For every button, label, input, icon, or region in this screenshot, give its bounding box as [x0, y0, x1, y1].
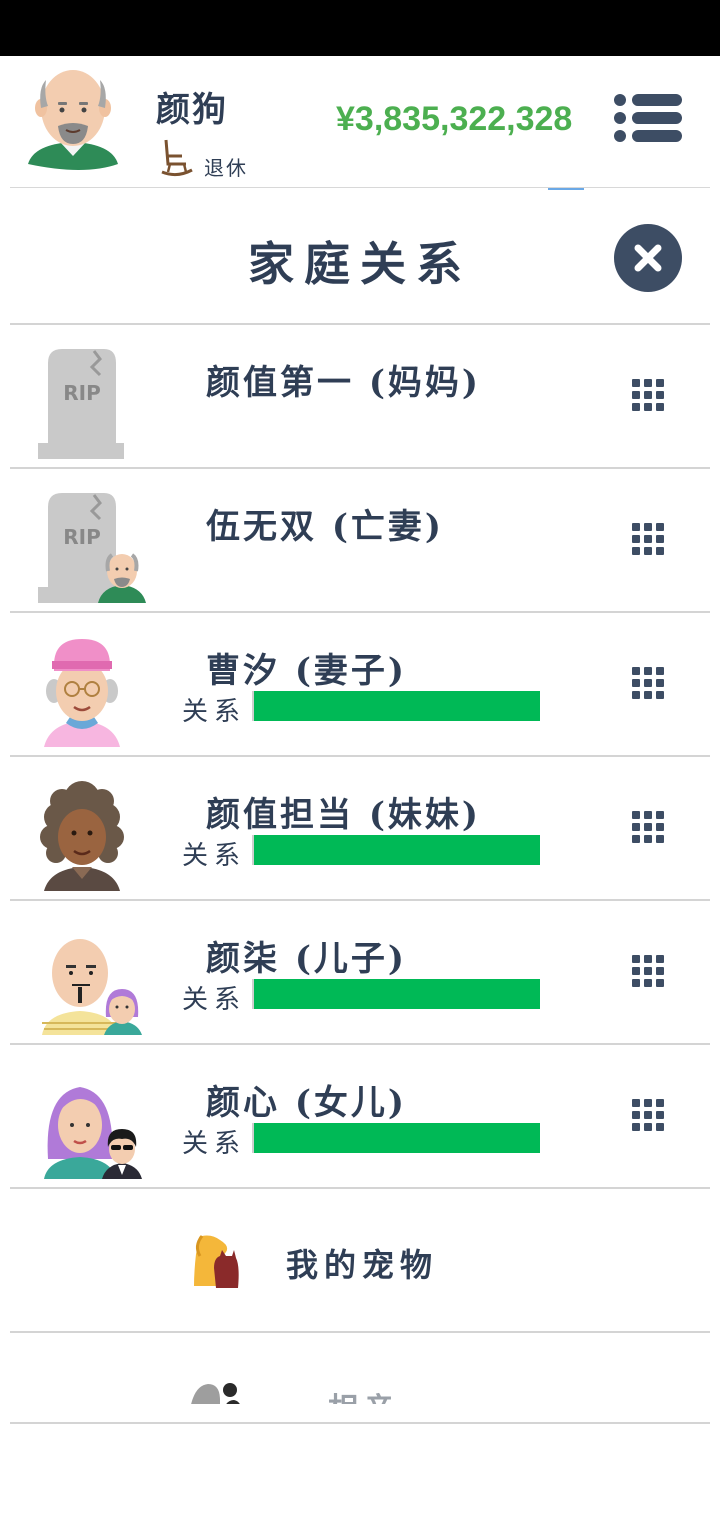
- curly-hair-woman-avatar: [40, 781, 124, 891]
- old-woman-pink-hat-avatar: [44, 639, 120, 747]
- relationship-label: 关系: [182, 841, 247, 871]
- close-button[interactable]: [614, 224, 682, 292]
- relative-name: 曹汐 (妻子): [206, 651, 408, 691]
- relationship-bar-fill: [254, 1123, 540, 1153]
- menu-list-icon[interactable]: [612, 92, 684, 148]
- dating-label: 相亲: [328, 1384, 400, 1404]
- relative-row-sister[interactable]: 颜值担当 (妹妹) 关系: [0, 757, 720, 899]
- player-name: 颜狗: [156, 90, 228, 130]
- relative-name: 颜值担当 (妹妹): [206, 795, 482, 835]
- close-icon: [634, 244, 662, 272]
- relationship-bar: [252, 1123, 540, 1153]
- relationship-bar: [252, 979, 540, 1009]
- relative-row-mother[interactable]: RIP 颜值第一 (妈妈): [0, 325, 720, 467]
- rip-text: RIP: [63, 525, 101, 549]
- relationship-bar-fill: [254, 691, 540, 721]
- grid-menu-icon[interactable]: [630, 665, 666, 701]
- relationship-label: 关系: [182, 1129, 247, 1159]
- money-balance: ¥3,835,322,328: [336, 100, 573, 138]
- grid-menu-icon[interactable]: [630, 521, 666, 557]
- grid-menu-icon[interactable]: [630, 377, 666, 413]
- relationship-bar-fill: [254, 979, 540, 1009]
- dog-cat-icon: [194, 1235, 239, 1288]
- relationship-bar-fill: [254, 835, 540, 865]
- relationship-bar: [252, 835, 540, 865]
- header-divider: [10, 187, 710, 188]
- relationship-bar: [252, 691, 540, 721]
- divider: [10, 1422, 710, 1424]
- header: 颜狗 退休 ¥3,835,322,328: [0, 56, 720, 188]
- my-pets-label: 我的宠物: [286, 1246, 439, 1284]
- panel-header: 家庭关系: [0, 190, 720, 324]
- dating-button[interactable]: 相亲: [0, 1334, 720, 1404]
- my-pets-button[interactable]: 我的宠物: [0, 1190, 720, 1332]
- life-status: 退休: [204, 156, 248, 180]
- relative-row-wife[interactable]: 曹汐 (妻子) 关系: [0, 613, 720, 755]
- relative-name: 颜柒 (儿子): [206, 939, 408, 979]
- relative-name: 颜心 (女儿): [206, 1083, 408, 1123]
- rocking-chair-icon: [161, 139, 193, 177]
- relative-name: 伍无双 (亡妻): [206, 507, 445, 547]
- grid-menu-icon[interactable]: [630, 1097, 666, 1133]
- couple-silhouette-icon: [191, 1383, 240, 1404]
- grid-menu-icon[interactable]: [630, 809, 666, 845]
- bald-man-with-child-avatar: [42, 939, 142, 1035]
- old-man-avatar: [28, 70, 118, 170]
- relative-row-son[interactable]: 颜柒 (儿子) 关系: [0, 901, 720, 1043]
- panel-title: 家庭关系: [248, 237, 472, 291]
- divider: [10, 1331, 710, 1333]
- rip-text: RIP: [63, 381, 101, 405]
- relationship-label: 关系: [182, 985, 247, 1015]
- relationship-label: 关系: [182, 697, 247, 727]
- status-bar: [0, 0, 720, 56]
- grid-menu-icon[interactable]: [630, 953, 666, 989]
- divider: [10, 1187, 710, 1189]
- relative-name: 颜值第一 (妈妈): [206, 363, 482, 403]
- relative-row-daughter[interactable]: 颜心 (女儿) 关系: [0, 1045, 720, 1187]
- tombstone-icon: RIP: [38, 349, 124, 459]
- purple-hair-woman-with-child-avatar: [44, 1087, 142, 1179]
- relative-row-late-wife[interactable]: RIP 伍无双 (亡妻): [0, 469, 720, 611]
- tombstone-with-old-man-icon: RIP: [38, 493, 146, 603]
